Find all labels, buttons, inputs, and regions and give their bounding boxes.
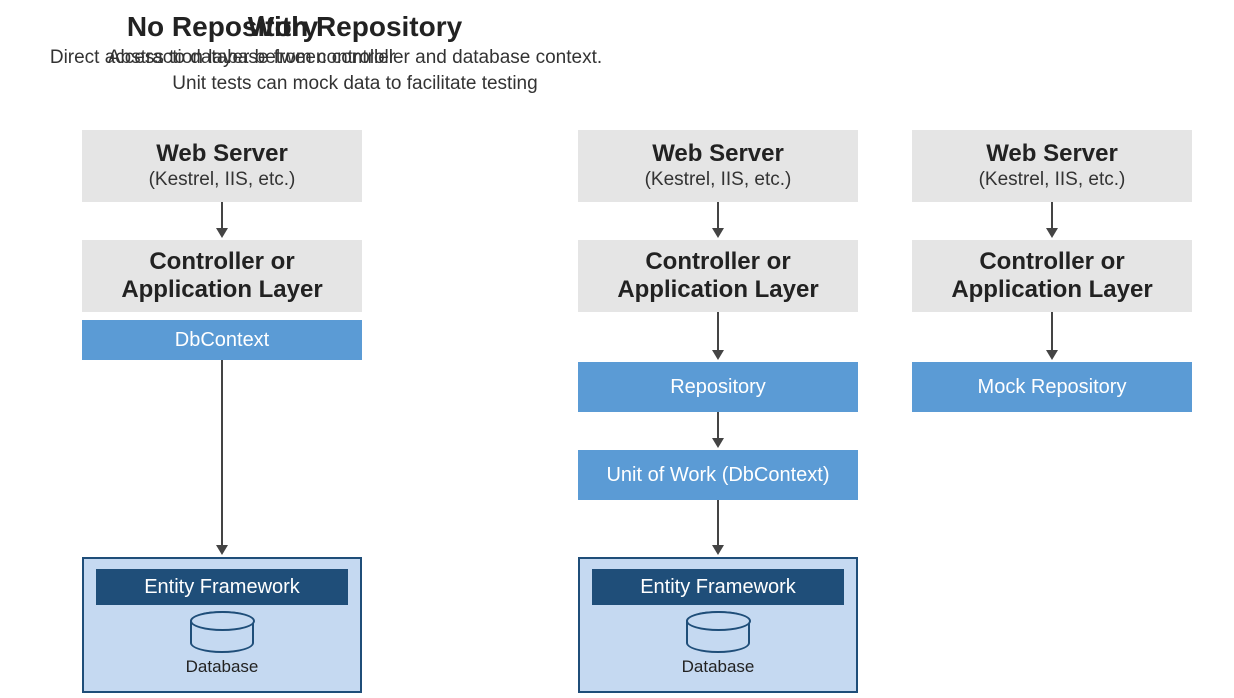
left-dbcontext-box: DbContext: [82, 320, 362, 360]
database-icon: [686, 611, 750, 653]
arrow-icon: [1046, 312, 1058, 360]
ra-controller-l2: Application Layer: [617, 276, 818, 304]
ra-controller-box: Controller or Application Layer: [578, 240, 858, 312]
ra-webserver-box: Web Server (Kestrel, IIS, etc.): [578, 130, 858, 202]
arrow-icon: [216, 202, 228, 238]
left-webserver-title: Web Server: [156, 140, 288, 168]
left-controller-l2: Application Layer: [121, 276, 322, 304]
ra-controller-l1: Controller or: [645, 248, 790, 276]
ra-repository-box: Repository: [578, 362, 858, 412]
arrow-icon: [1046, 202, 1058, 238]
left-dbcontext-label: DbContext: [175, 329, 270, 352]
ra-ef-label-box: Entity Framework: [592, 569, 844, 605]
ra-ef-container: Entity Framework Database: [578, 557, 858, 693]
rb-mock-label: Mock Repository: [978, 376, 1127, 399]
ra-uow-box: Unit of Work (DbContext): [578, 450, 858, 500]
rb-webserver-title: Web Server: [986, 140, 1118, 168]
ra-webserver-title: Web Server: [652, 140, 784, 168]
ra-uow-label: Unit of Work (DbContext): [606, 464, 829, 487]
rb-controller-l1: Controller or: [979, 248, 1124, 276]
ra-database-label: Database: [682, 657, 755, 677]
left-controller-l1: Controller or: [149, 248, 294, 276]
ra-ef-label: Entity Framework: [640, 576, 796, 599]
rb-controller-l2: Application Layer: [951, 276, 1152, 304]
left-ef-container: Entity Framework Database: [82, 557, 362, 693]
right-title: With Repository: [0, 10, 710, 44]
arrow-icon: [216, 360, 228, 555]
arrow-icon: [712, 202, 724, 238]
left-ef-label-box: Entity Framework: [96, 569, 348, 605]
left-controller-box: Controller or Application Layer: [82, 240, 362, 312]
left-webserver-sub: (Kestrel, IIS, etc.): [149, 169, 296, 192]
arrow-icon: [712, 500, 724, 555]
right-subtitle-l1: Abstraction layer between controller and…: [0, 46, 710, 71]
arrow-icon: [712, 312, 724, 360]
database-icon: [190, 611, 254, 653]
arrow-icon: [712, 412, 724, 448]
rb-mock-box: Mock Repository: [912, 362, 1192, 412]
rb-webserver-box: Web Server (Kestrel, IIS, etc.): [912, 130, 1192, 202]
right-subtitle-l2: Unit tests can mock data to facilitate t…: [0, 72, 710, 97]
left-ef-label: Entity Framework: [144, 576, 300, 599]
rb-webserver-sub: (Kestrel, IIS, etc.): [979, 169, 1126, 192]
ra-webserver-sub: (Kestrel, IIS, etc.): [645, 169, 792, 192]
right-header: With Repository Abstraction layer betwee…: [0, 10, 710, 97]
left-webserver-box: Web Server (Kestrel, IIS, etc.): [82, 130, 362, 202]
rb-controller-box: Controller or Application Layer: [912, 240, 1192, 312]
left-database-label: Database: [186, 657, 259, 677]
ra-repository-label: Repository: [670, 376, 766, 399]
